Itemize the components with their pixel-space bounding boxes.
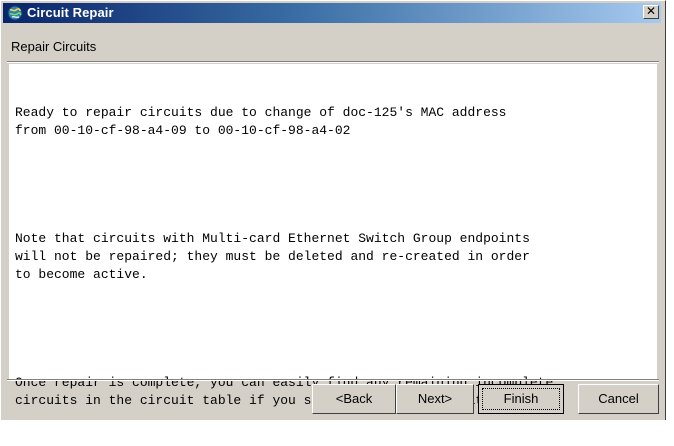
header-divider-highlight bbox=[7, 62, 659, 63]
finish-button[interactable]: Finish bbox=[478, 384, 564, 414]
finish-button-label: Finish bbox=[482, 388, 560, 410]
footer-divider-highlight bbox=[7, 380, 659, 381]
title-bar[interactable]: Circuit Repair ✕ bbox=[3, 3, 661, 23]
close-icon: ✕ bbox=[645, 4, 657, 18]
circuit-globe-icon bbox=[7, 5, 23, 21]
message-paragraph-ethernet-note: Note that circuits with Multi-card Ether… bbox=[15, 231, 530, 282]
message-area: Ready to repair circuits due to change o… bbox=[9, 64, 657, 408]
section-label: Repair Circuits bbox=[11, 39, 97, 54]
cancel-button[interactable]: Cancel bbox=[578, 384, 659, 414]
back-button[interactable]: <Back bbox=[312, 384, 396, 414]
message-paragraph-mac-change: Ready to repair circuits due to change o… bbox=[15, 105, 507, 138]
circuit-repair-dialog: Circuit Repair ✕ Repair Circuits Ready t… bbox=[0, 0, 666, 420]
close-button[interactable]: ✕ bbox=[643, 5, 659, 19]
window-title: Circuit Repair bbox=[27, 5, 114, 20]
next-button[interactable]: Next> bbox=[396, 384, 474, 414]
